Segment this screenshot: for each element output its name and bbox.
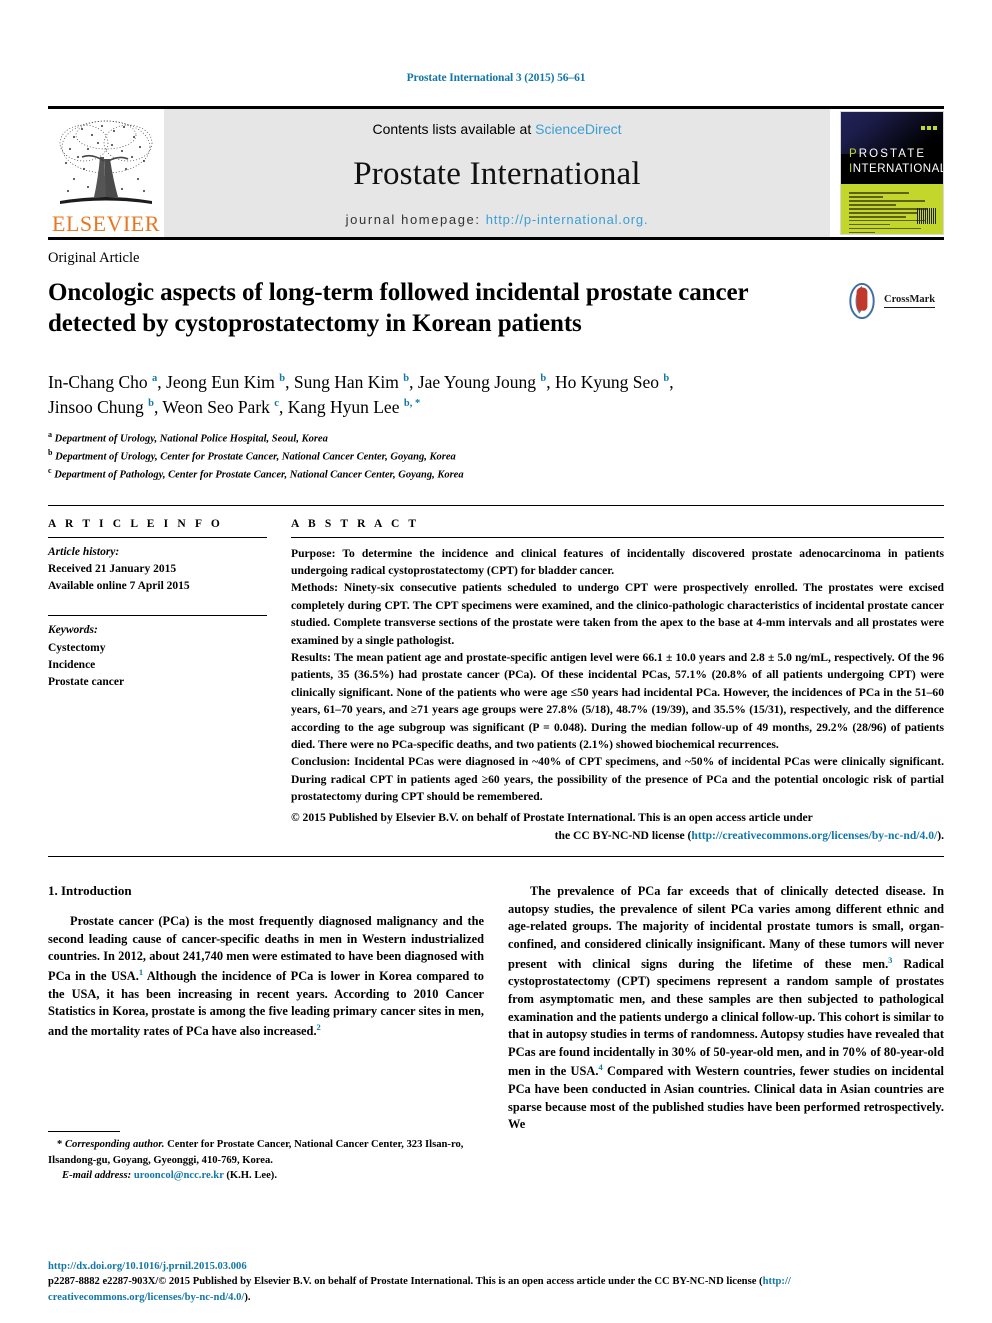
contents-prefix: Contents lists available at: [372, 121, 536, 137]
homepage-url-link[interactable]: http://p-international.org.: [486, 212, 649, 227]
author-line-2: Jinsoo Chung b, Weon Seo Park c, Kang Hy…: [48, 396, 421, 417]
doi-link[interactable]: http://dx.doi.org/10.1016/j.prnil.2015.0…: [48, 1259, 944, 1274]
abstract-purpose-label: Purpose:: [291, 546, 336, 560]
issn-copyright-line: p2287-8882 e2287-903X/© 2015 Published b…: [48, 1274, 944, 1289]
body-column-left: 1. Introduction Prostate cancer (PCa) is…: [48, 883, 484, 1183]
abstract-bottom-rule: [48, 856, 944, 858]
journal-homepage-line: journal homepage: http://p-international…: [346, 212, 649, 227]
email-label: E-mail address:: [62, 1169, 132, 1181]
abstract-copyright: © 2015 Published by Elsevier B.V. on beh…: [291, 809, 944, 844]
title-row: Oncologic aspects of long-term followed …: [48, 267, 944, 356]
affiliation-c: c Department of Pathology, Center for Pr…: [48, 465, 464, 481]
author-list: In-Chang Cho a, Jeong Eun Kim b, Sung Ha…: [48, 370, 808, 420]
footer-license-suffix: ).: [244, 1291, 251, 1303]
cover-dots-icon: [919, 117, 937, 135]
abstract-heading: A B S T R A C T: [291, 517, 420, 530]
intro-paragraph-left: Prostate cancer (PCa) is the most freque…: [48, 914, 484, 1039]
sciencedirect-link[interactable]: ScienceDirect: [535, 121, 621, 137]
journal-title: Prostate International: [353, 156, 641, 192]
affiliation-list: a Department of Urology, National Police…: [48, 429, 944, 482]
issn-text: p2287-8882 e2287-903X/© 2015 Published b…: [48, 1276, 763, 1288]
article-history-label: Article history:: [48, 545, 120, 558]
elsevier-tree-icon: [54, 117, 158, 213]
copyright-text: © 2015 Published by Elsevier B.V. on beh…: [291, 811, 813, 825]
abstract-column: A B S T R A C T Purpose: To determine th…: [291, 506, 944, 845]
masthead-bottom-rule: [48, 237, 944, 240]
abstract-purpose-text: To determine the incidence and clinical …: [291, 546, 944, 577]
crossmark-badge[interactable]: CrossMark: [844, 283, 944, 319]
cover-title-line2: INTERNATIONAL: [849, 163, 944, 175]
article-info-heading: A R T I C L E I N F O: [48, 517, 223, 530]
abstract-conclusion-label: Conclusion:: [291, 755, 351, 769]
section-heading-introduction: 1. Introduction: [48, 883, 132, 899]
keyword-item: Prostate cancer: [48, 676, 125, 689]
author-line-1: In-Chang Cho a, Jeong Eun Kim b, Sung Ha…: [48, 371, 674, 392]
abstract-methods-label: Methods:: [291, 581, 339, 595]
crossmark-label: CrossMark: [884, 294, 936, 308]
running-head: Prostate International 3 (2015) 56–61: [406, 72, 586, 84]
license-prefix: the CC BY-NC-ND license (: [554, 828, 692, 842]
keywords-block: Keywords: Cystectomy Incidence Prostate …: [48, 622, 267, 691]
cover-title-line1: PROSTATE: [849, 148, 927, 160]
footer-license-url-part2[interactable]: creativecommons.org/licenses/by-nc-nd/4.…: [48, 1292, 244, 1303]
abstract-methods-text: Ninety-six consecutive patients schedule…: [291, 581, 944, 647]
body-columns: 1. Introduction Prostate cancer (PCa) is…: [48, 883, 944, 1183]
page-title: Oncologic aspects of long-term followed …: [48, 279, 749, 337]
abstract-rule: [291, 536, 944, 538]
abstract-conclusion-text: Incidental PCas were diagnosed in ~40% o…: [291, 755, 944, 804]
abstract-methods: Methods: Ninety-six consecutive patients…: [291, 579, 944, 649]
email-line: E-mail address: urooncol@ncc.re.kr (K.H.…: [48, 1168, 484, 1183]
license-suffix: ).: [937, 828, 944, 842]
received-date: Received 21 January 2015: [48, 562, 177, 575]
contents-list-line: Contents lists available at ScienceDirec…: [372, 121, 621, 137]
elsevier-wordmark: ELSEVIER: [52, 211, 160, 236]
abstract-conclusion: Conclusion: Incidental PCas were diagnos…: [291, 753, 944, 805]
corresponding-author-footnote: * Corresponding author. Center for Prost…: [48, 1131, 484, 1183]
crossmark-icon: [849, 283, 875, 319]
abstract-results-text: The mean patient age and prostate-specif…: [291, 650, 944, 751]
journal-masthead: ELSEVIER Contents lists available at Sci…: [48, 106, 944, 237]
article-info-column: A R T I C L E I N F O Article history: R…: [48, 506, 291, 845]
abstract-results-label: Results:: [291, 650, 331, 664]
email-link[interactable]: urooncol@ncc.re.kr: [134, 1170, 224, 1181]
keywords-rule: [48, 615, 267, 617]
affiliation-b: b Department of Urology, Center for Pros…: [48, 448, 456, 463]
keywords-label: Keywords:: [48, 624, 98, 637]
affiliation-a: a Department of Urology, National Police…: [48, 430, 328, 445]
info-abstract-block: A R T I C L E I N F O Article history: R…: [48, 504, 944, 845]
abstract-purpose: Purpose: To determine the incidence and …: [291, 545, 944, 580]
article-page: Prostate International 3 (2015) 56–61 EL…: [0, 0, 992, 1323]
footer-license-line2: creativecommons.org/licenses/by-nc-nd/4.…: [48, 1290, 944, 1305]
intro-paragraph-right: The prevalence of PCa far exceeds that o…: [508, 884, 944, 1132]
article-info-rule: [48, 536, 267, 538]
keyword-item: Incidence: [48, 658, 96, 671]
body-column-right: The prevalence of PCa far exceeds that o…: [508, 883, 944, 1183]
keyword-item: Cystectomy: [48, 641, 106, 654]
corresponding-label: Corresponding author.: [64, 1139, 165, 1151]
footnote-rule: [48, 1131, 120, 1133]
article-history-block: Article history: Received 21 January 201…: [48, 544, 267, 596]
page-footer: http://dx.doi.org/10.1016/j.prnil.2015.0…: [48, 1259, 944, 1305]
email-owner: (K.H. Lee).: [223, 1169, 277, 1181]
elsevier-logo: ELSEVIER: [48, 109, 164, 237]
available-online-date: Available online 7 April 2015: [48, 580, 190, 593]
footer-license-url-part1[interactable]: http://: [763, 1276, 791, 1287]
license-line: the CC BY-NC-ND license (http://creative…: [291, 827, 944, 844]
journal-cover-thumbnail: PROSTATE INTERNATIONAL: [840, 109, 944, 237]
article-kind: Original Article: [48, 250, 140, 266]
journal-banner: Contents lists available at ScienceDirec…: [164, 109, 830, 237]
corresponding-author-line: * Corresponding author. Center for Prost…: [48, 1137, 484, 1168]
corresponding-marker: *: [57, 1139, 63, 1151]
cover-barcode-icon: [917, 208, 937, 224]
homepage-label: journal homepage:: [345, 212, 486, 227]
license-url-link[interactable]: http://creativecommons.org/licenses/by-n…: [691, 829, 937, 842]
abstract-body: Purpose: To determine the incidence and …: [291, 545, 944, 806]
abstract-results: Results: The mean patient age and prosta…: [291, 649, 944, 753]
